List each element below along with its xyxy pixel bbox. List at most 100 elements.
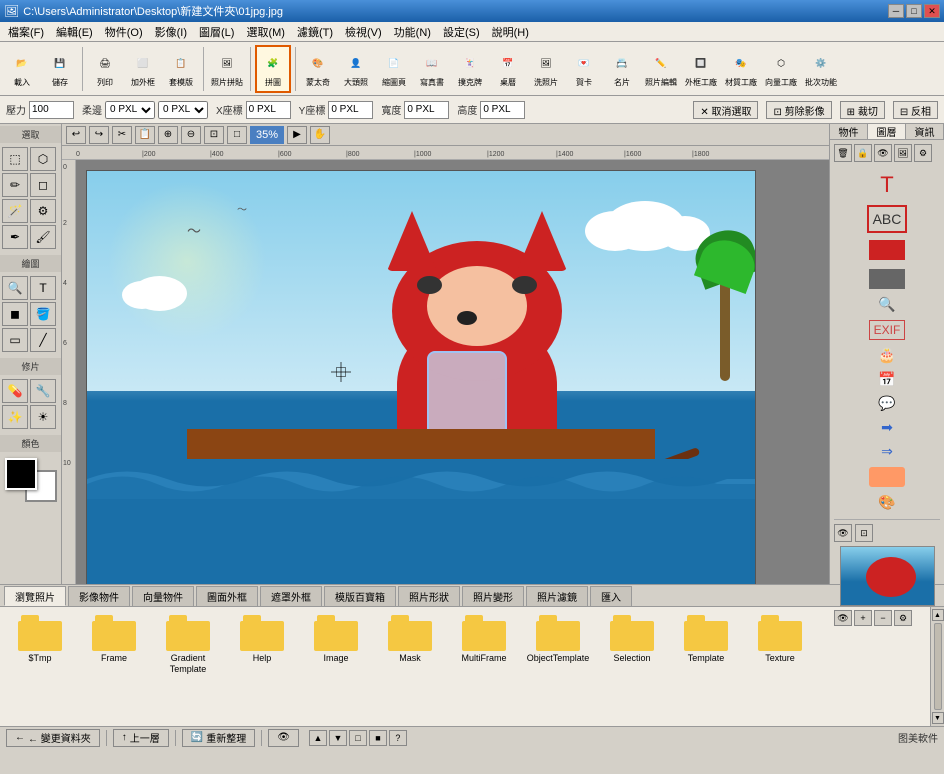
- sort-desc-btn[interactable]: ▼: [329, 730, 347, 746]
- folder-item-Template[interactable]: Template: [672, 613, 740, 664]
- maximize-button[interactable]: □: [906, 4, 922, 18]
- minimize-button[interactable]: ─: [888, 4, 904, 18]
- toolbar-tool-套模版[interactable]: 📋套模版: [163, 45, 199, 93]
- pencil-tool[interactable]: ✏: [2, 173, 28, 197]
- grid-large-btn[interactable]: ■: [369, 730, 387, 746]
- folder-item-Texture[interactable]: Texture: [746, 613, 814, 664]
- cut-button[interactable]: ✂: [112, 126, 132, 144]
- folder-item-Help[interactable]: Help: [228, 613, 296, 664]
- redo-button[interactable]: ↪: [89, 126, 109, 144]
- bottom-tab-模版百寶箱[interactable]: 模版百寶箱: [324, 586, 396, 606]
- undo-button[interactable]: ↩: [66, 126, 86, 144]
- folder-item-ObjectTemplate[interactable]: ObjectTemplate: [524, 613, 592, 664]
- fit-button[interactable]: ⊡: [204, 126, 224, 144]
- folder-item-Image[interactable]: Image: [302, 613, 370, 664]
- menu-item-檔案f[interactable]: 檔案(F): [2, 22, 50, 42]
- folder-item-MultiFrame[interactable]: MultiFrame: [450, 613, 518, 664]
- toolbar-tool-縮圖頁[interactable]: 📄縮圖頁: [376, 45, 412, 93]
- zoom-in-button[interactable]: ⊕: [158, 126, 178, 144]
- tab-layer[interactable]: 圖層: [868, 124, 906, 139]
- menu-item-設定s[interactable]: 設定(S): [437, 22, 486, 42]
- tab-info[interactable]: 資訊: [906, 124, 944, 139]
- pen-tool[interactable]: ✒: [2, 225, 28, 249]
- cancel-select-button[interactable]: ✕ 取消選取: [693, 101, 758, 119]
- color-picker[interactable]: [5, 458, 57, 502]
- bottom-tab-照片形狀[interactable]: 照片形狀: [398, 586, 460, 606]
- menu-item-檢視v[interactable]: 檢視(V): [339, 22, 388, 42]
- toolbar-tool-撲克牌[interactable]: 🃏撲克牌: [452, 45, 488, 93]
- help-btn[interactable]: ?: [389, 730, 407, 746]
- sort-asc-btn[interactable]: ▲: [309, 730, 327, 746]
- hand-tool[interactable]: ✋: [310, 126, 330, 144]
- pressure-input[interactable]: [29, 101, 74, 119]
- smooth-select[interactable]: 0 PXL: [105, 101, 155, 119]
- width-input[interactable]: [404, 101, 449, 119]
- toolbar-tool-名片[interactable]: 📇名片: [604, 45, 640, 93]
- copy-button[interactable]: 📋: [135, 126, 155, 144]
- zoom-tool[interactable]: 🔍: [2, 276, 28, 300]
- text-tool[interactable]: T: [30, 276, 56, 300]
- dodge-tool[interactable]: ☀: [30, 405, 56, 429]
- scroll-track[interactable]: [934, 623, 942, 710]
- folder-item-Frame[interactable]: Frame: [80, 613, 148, 664]
- toolbar-tool-材質工廠[interactable]: 🎭材質工廠: [722, 45, 760, 93]
- toolbar-tool-向量工廠[interactable]: ⬡向量工廠: [762, 45, 800, 93]
- menu-item-物件o[interactable]: 物件(O): [99, 22, 149, 42]
- toolbar-tool-蒙太奇[interactable]: 🎨蒙太奇: [300, 45, 336, 93]
- scroll-up-arrow[interactable]: ▲: [932, 609, 944, 621]
- refresh-button[interactable]: 🔄 重新整理: [182, 729, 255, 747]
- zoom-out-button[interactable]: ⊖: [181, 126, 201, 144]
- menu-item-選取m[interactable]: 選取(M): [240, 22, 291, 42]
- height-input[interactable]: [480, 101, 525, 119]
- arrow-tool[interactable]: ▶: [287, 126, 307, 144]
- heal-tool[interactable]: 💊: [2, 379, 28, 403]
- bottom-tab-瀏覽照片[interactable]: 瀏覽照片: [4, 586, 66, 606]
- show-button[interactable]: 👁: [268, 729, 299, 747]
- rect-tool[interactable]: ◻: [30, 173, 56, 197]
- actual-size-button[interactable]: □: [227, 126, 247, 144]
- crop-button[interactable]: ⊞ 裁切: [840, 101, 885, 119]
- folder-item-Mask[interactable]: Mask: [376, 613, 444, 664]
- bottom-tab-影像物件[interactable]: 影像物件: [68, 586, 130, 606]
- up-folder-button[interactable]: ↑ 上一層: [113, 729, 169, 747]
- shape-tool[interactable]: ▭: [2, 328, 28, 352]
- scroll-down-arrow[interactable]: ▼: [932, 712, 944, 724]
- menu-item-說明h[interactable]: 說明(H): [486, 22, 535, 42]
- toolbar-tool-加外框[interactable]: ⬜加外框: [125, 45, 161, 93]
- toolbar-tool-賀卡[interactable]: 💌賀卡: [566, 45, 602, 93]
- settings-button[interactable]: ⚙: [914, 144, 932, 162]
- magic-wand-tool[interactable]: 🪄: [2, 199, 28, 223]
- tab-object[interactable]: 物件: [830, 124, 868, 139]
- bottom-tab-遮罩外框[interactable]: 遮罩外框: [260, 586, 322, 606]
- foreground-color[interactable]: [5, 458, 37, 490]
- bottom-tab-照片濾鏡[interactable]: 照片濾鏡: [526, 586, 588, 606]
- toolbar-tool-照片拼貼[interactable]: 🖼照片拼貼: [208, 45, 246, 93]
- smooth-select2[interactable]: 0 PXL: [158, 101, 208, 119]
- brush-tool[interactable]: 🖌: [30, 225, 56, 249]
- eraser-tool[interactable]: ◼: [2, 302, 28, 326]
- folder-item-$Tmp[interactable]: $Tmp: [6, 613, 74, 664]
- x-input[interactable]: [246, 101, 291, 119]
- toolbar-tool-寫真書[interactable]: 📖寫真書: [414, 45, 450, 93]
- toolbar-tool-外框工廠[interactable]: 🔲外框工廠: [682, 45, 720, 93]
- delete-layer-button[interactable]: 🗑: [834, 144, 852, 162]
- bottom-tab-圖面外框[interactable]: 圖面外框: [196, 586, 258, 606]
- menu-item-影像i[interactable]: 影像(I): [149, 22, 193, 42]
- gear-tool[interactable]: ⚙: [30, 199, 56, 223]
- menu-item-功能n[interactable]: 功能(N): [388, 22, 437, 42]
- menu-item-圖層l[interactable]: 圖層(L): [193, 22, 240, 42]
- fill-tool[interactable]: 🪣: [30, 302, 56, 326]
- remove-image-button[interactable]: ⊡ 剪除影像: [766, 101, 831, 119]
- folder-item-Selection[interactable]: Selection: [598, 613, 666, 664]
- bottom-tab-匯入[interactable]: 匯入: [590, 586, 632, 606]
- toolbar-tool-儲存[interactable]: 💾儲存: [42, 45, 78, 93]
- lock-layer-button[interactable]: 🔒: [854, 144, 872, 162]
- select-lasso-tool[interactable]: ⬡: [30, 147, 56, 171]
- menu-item-濾鏡t[interactable]: 濾鏡(T): [291, 22, 339, 42]
- canvas-area[interactable]: 〜 〜: [76, 160, 829, 584]
- line-tool[interactable]: ╱: [30, 328, 56, 352]
- bottom-tab-照片變形[interactable]: 照片變形: [462, 586, 524, 606]
- toolbar-tool-列印[interactable]: 🖨列印: [87, 45, 123, 93]
- y-input[interactable]: [328, 101, 373, 119]
- close-button[interactable]: ✕: [924, 4, 940, 18]
